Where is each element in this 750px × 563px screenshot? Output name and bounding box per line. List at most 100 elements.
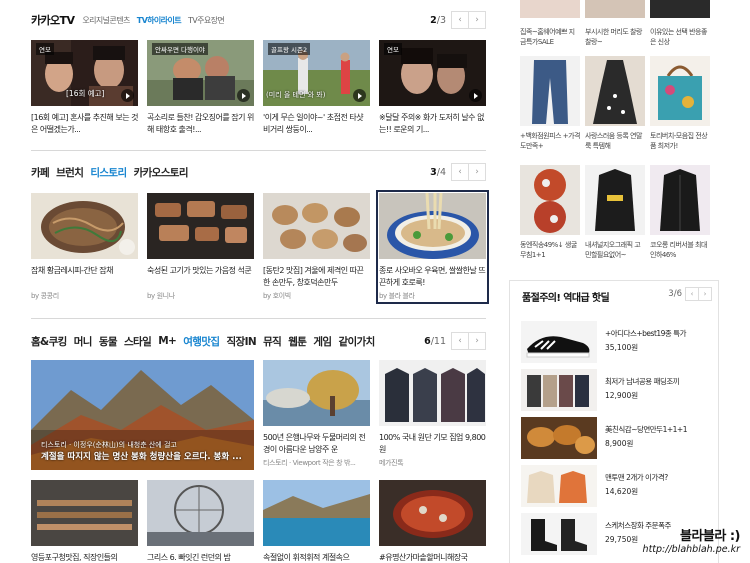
deal-image[interactable] (521, 417, 597, 459)
deal-item[interactable]: 최저가 남녀공용 패딩조끼 12,900원 (521, 369, 711, 411)
deal-name[interactable]: 최저가 남녀공용 패딩조끼 (605, 376, 680, 387)
featured-thumbnail[interactable]: 티스토리 · 이정우(순林山)의 내청춘 산에 걸고 계절을 따지지 않는 명산… (31, 360, 254, 470)
post-card[interactable]: 영등포구청맛집, 직장인들의 (31, 480, 138, 563)
deal-image[interactable] (521, 321, 597, 363)
video-thumbnail[interactable]: 안싸우면 다행이야 (147, 40, 254, 106)
shopping-item[interactable]: 토리버치-모음집 전상품 최저가! (650, 56, 710, 151)
product-text[interactable]: 부시시한 머리도 찰랑찰랑~ (585, 27, 645, 47)
prev-page-button[interactable]: ‹ (451, 11, 469, 29)
deal-name[interactable]: 美친식감~당면만두1+1+1 (605, 424, 687, 435)
prev-page-button[interactable]: ‹ (451, 332, 469, 350)
product-image[interactable] (585, 165, 645, 235)
video-card[interactable]: 연모 [16회 예고] [16회 예고] 혼사를 추진해 보는 것은 어떨겠는가… (31, 40, 138, 136)
video-card[interactable]: 골프왕 시즌2 (미리 올 테면 와 봐) '이게 무슨 일이야~' 초접전 타… (263, 40, 370, 136)
product-text[interactable]: 코오롱 리버서블 최대인하46% (650, 240, 710, 260)
product-image[interactable] (520, 0, 580, 18)
video-caption[interactable]: [16회 예고] 혼사를 추진해 보는 것은 어떨겠는가... (31, 112, 138, 136)
tab-money[interactable]: 머니 (74, 334, 93, 349)
deal-item[interactable]: 美친식감~당면만두1+1+1 8,900원 (521, 417, 711, 459)
video-caption[interactable]: 곡소리로 들찬! 갑오징어를 잡기 위해 태항호 출격!... (147, 112, 254, 136)
product-image[interactable] (650, 165, 710, 235)
product-image[interactable] (585, 56, 645, 126)
deal-name[interactable]: +아디다스+best19종 특가 (605, 328, 687, 339)
prev-page-button[interactable]: ‹ (451, 163, 469, 181)
tab-travel-food[interactable]: 여행맛집 (183, 334, 220, 349)
tab-webtoon[interactable]: 웹툰 (288, 334, 307, 349)
tab-together[interactable]: 같이가치 (338, 334, 375, 349)
post-card[interactable]: 속절없이 휘적휘적 계절속으 (263, 480, 370, 563)
product-image[interactable] (650, 56, 710, 126)
post-caption[interactable]: 그리스 6. 빠잇긴 런던의 밤 (147, 552, 254, 563)
product-image[interactable] (650, 0, 710, 18)
shopping-item[interactable]: 내셔널지오그래픽 고민할필요없어~ (585, 165, 645, 260)
shopping-item[interactable]: +백화점원피스 +가격도만족+ (520, 56, 580, 151)
tab-style[interactable]: 스타일 (124, 334, 152, 349)
post-thumbnail[interactable] (147, 480, 254, 546)
deal-image[interactable] (521, 465, 597, 507)
featured-card[interactable]: 티스토리 · 이정우(순林山)의 내청춘 산에 걸고 계절을 따지지 않는 명산… (31, 360, 254, 470)
deal-item[interactable]: 맨투맨 2개가 이가격? 14,620원 (521, 465, 711, 507)
post-thumbnail[interactable] (31, 480, 138, 546)
shopping-item[interactable] (585, 0, 645, 18)
tab-home-cooking[interactable]: 홈&쿠킹 (31, 334, 67, 349)
video-card[interactable]: 안싸우면 다행이야 곡소리로 들찬! 갑오징어를 잡기 위해 태항호 출격!..… (147, 40, 254, 136)
shopping-item[interactable] (520, 0, 580, 18)
product-image[interactable] (520, 56, 580, 126)
post-caption[interactable]: 숙성된 고기가 맛있는 가음정 석쿤 (147, 265, 254, 289)
next-page-button[interactable]: › (468, 163, 486, 181)
post-card[interactable]: 그리스 6. 빠잇긴 런던의 밤 (147, 480, 254, 563)
product-text[interactable]: 사랑스러움 등록 연말룩 특템해 (585, 131, 645, 151)
video-caption[interactable]: ※달달 주의※ 화가 도저히 날수 없는!! 로운의 기... (379, 112, 486, 136)
post-thumbnail[interactable] (31, 193, 138, 259)
next-page-button[interactable]: › (468, 11, 486, 29)
tab-tistory[interactable]: 티스토리 (90, 165, 127, 180)
post-caption[interactable]: 잡채 황금레시피-간단 잡채 (31, 265, 138, 289)
next-page-button[interactable]: › (468, 332, 486, 350)
product-image[interactable] (585, 0, 645, 18)
post-caption[interactable]: 속절없이 휘적휘적 계절속으 (263, 552, 370, 563)
post-card[interactable]: 숙성된 고기가 맛있는 가음정 석쿤 by 원니나 (147, 193, 254, 301)
deal-item[interactable]: +아디다스+best19종 특가 35,100원 (521, 321, 711, 363)
deal-image[interactable] (521, 513, 597, 555)
tab-animal[interactable]: 동물 (99, 334, 118, 349)
product-text[interactable]: 토리버치-모음집 전상품 최저가! (650, 131, 710, 151)
tab-cafe[interactable]: 카페 (31, 165, 50, 180)
post-caption[interactable]: [동탄2 맛집] 겨울에 제격인 따끈한 손만두, 창호덕손만두 (263, 265, 370, 289)
tab-music[interactable]: 뮤직 (263, 334, 282, 349)
tab-brunch[interactable]: 브런치 (56, 165, 84, 180)
post-card[interactable]: #유명산가마솥할머니해장국 (379, 480, 486, 563)
post-caption[interactable]: 100% 국내 원단 기모 집업 9,800원 (379, 432, 486, 456)
product-text[interactable]: 내셔널지오그래픽 고민할필요없어~ (585, 240, 645, 260)
shopping-item[interactable] (650, 0, 710, 18)
product-text[interactable]: 집족~홈웨어예쁘 지금특가SALE (520, 27, 580, 47)
next-page-button[interactable]: › (698, 287, 712, 301)
tab-tv-highlight[interactable]: TV하이라이트 (137, 15, 182, 26)
post-card[interactable]: 100% 국내 원단 기모 집업 9,800원 메가진톡 (379, 360, 486, 468)
post-card[interactable]: 500년 은행나무와 두물머리의 전경이 아름다운 남양주 운 티스토리 · V… (263, 360, 370, 468)
post-caption[interactable]: 종로 사오바오 우육면, 쌀쌀한날 뜨끈하게 호로룩! (379, 265, 486, 289)
tab-game[interactable]: 게임 (313, 334, 332, 349)
post-caption[interactable]: 500년 은행나무와 두물머리의 전경이 아름다운 남양주 운 (263, 432, 370, 456)
post-caption[interactable]: 영등포구청맛집, 직장인들의 (31, 552, 138, 563)
post-thumbnail[interactable] (147, 193, 254, 259)
product-image[interactable] (520, 165, 580, 235)
post-thumbnail[interactable] (263, 360, 370, 426)
video-caption[interactable]: '이게 무슨 일이야~' 초접전 타샷 비거리 쌍둥이... (263, 112, 370, 136)
deal-name[interactable]: 맨투맨 2개가 이가격? (605, 472, 668, 483)
post-card[interactable]: 종로 사오바오 우육면, 쌀쌀한날 뜨끈하게 호로룩! by 블라 블라 (376, 190, 489, 304)
product-text[interactable]: 동엔직송49%↓ 생굴무침1+1 (520, 240, 580, 260)
tab-kakaostory[interactable]: 카카오스토리 (134, 165, 189, 180)
prev-page-button[interactable]: ‹ (685, 287, 699, 301)
tab-mplus[interactable]: M+ (158, 335, 177, 347)
post-card[interactable]: 잡채 황금레시피-간단 잡채 by 콩콩리 (31, 193, 138, 301)
product-text[interactable]: +백화점원피스 +가격도만족+ (520, 131, 580, 151)
shopping-item[interactable]: 코오롱 리버서블 최대인하46% (650, 165, 710, 260)
tab-tv-scenes[interactable]: TV주요장면 (188, 15, 225, 26)
post-thumbnail[interactable] (379, 193, 486, 259)
post-thumbnail[interactable] (263, 480, 370, 546)
product-text[interactable]: 이유있는 선택 반응좋은 신상 (650, 27, 710, 47)
deal-image[interactable] (521, 369, 597, 411)
video-thumbnail[interactable]: 골프왕 시즌2 (미리 올 테면 와 봐) (263, 40, 370, 106)
shopping-item[interactable]: 동엔직송49%↓ 생굴무침1+1 (520, 165, 580, 260)
shopping-item[interactable]: 사랑스러움 등록 연말룩 특템해 (585, 56, 645, 151)
